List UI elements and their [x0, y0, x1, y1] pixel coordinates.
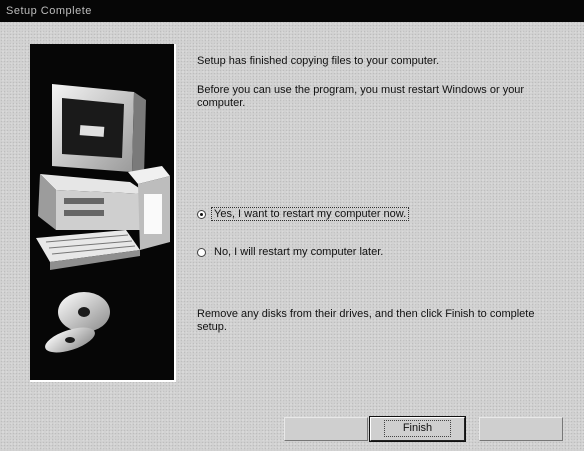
restart-now-radio[interactable] — [197, 209, 206, 219]
restart-required-message: Before you can use the program, you must… — [197, 84, 525, 109]
computer-and-disks-illustration — [30, 44, 176, 382]
restart-later-label[interactable]: No, I will restart my computer later. — [212, 246, 385, 258]
cancel-button[interactable] — [479, 417, 563, 441]
restart-later-option[interactable]: No, I will restart my computer later. — [197, 244, 385, 260]
restart-now-label[interactable]: Yes, I want to restart my computer now. — [210, 207, 410, 221]
title-bar: Setup Complete — [0, 0, 584, 22]
finish-button[interactable]: Finish — [369, 416, 466, 442]
window-title: Setup Complete — [6, 5, 92, 17]
copy-complete-message: Setup has finished copying files to your… — [197, 55, 440, 67]
restart-later-radio[interactable] — [197, 247, 206, 257]
setup-complete-dialog: Setup Complete Setup has finished copyin… — [0, 0, 584, 451]
restart-now-option[interactable]: Yes, I want to restart my computer now. — [197, 206, 410, 222]
remove-disks-instruction: Remove any disks from their drives, and … — [197, 308, 535, 333]
finish-button-label: Finish — [383, 420, 452, 437]
back-button[interactable] — [284, 417, 368, 441]
